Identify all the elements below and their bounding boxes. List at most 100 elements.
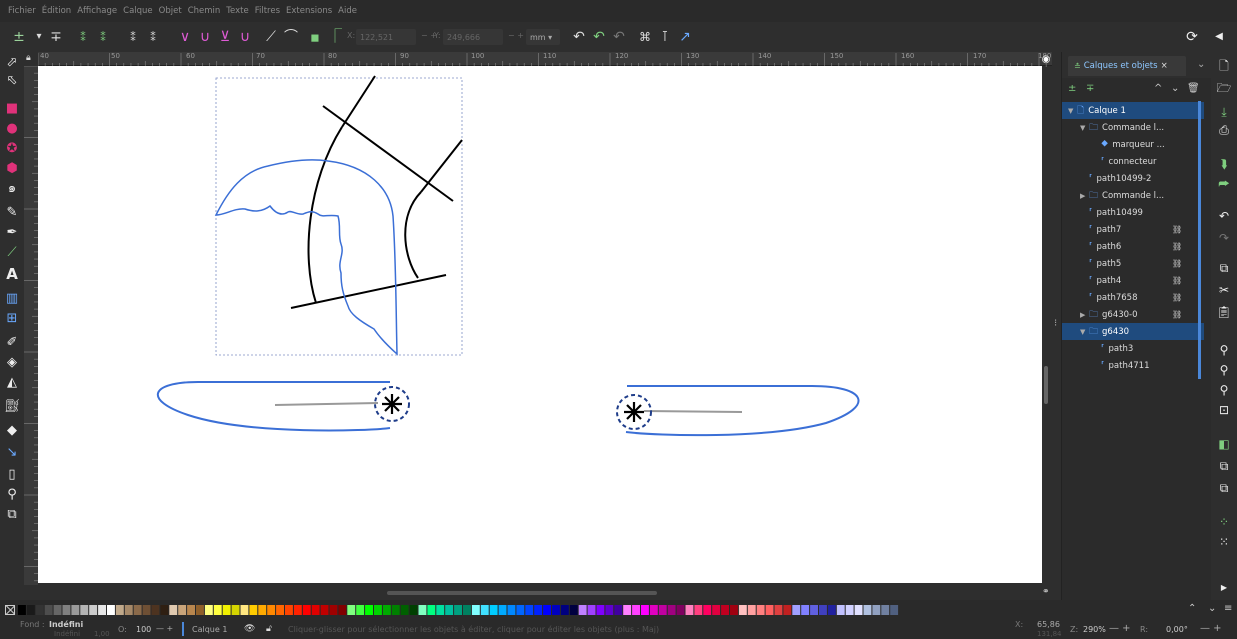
- color-swatch[interactable]: [712, 605, 721, 615]
- chain-link-icon[interactable]: ⛓︎: [1172, 310, 1182, 319]
- chain-link-icon[interactable]: ⛓︎: [1172, 225, 1182, 234]
- color-swatch[interactable]: [489, 605, 498, 615]
- color-swatch[interactable]: [623, 605, 632, 615]
- color-swatch[interactable]: [258, 605, 267, 615]
- panel-splitter-handle[interactable]: ⁝: [1054, 318, 1057, 329]
- tree-row[interactable]: ▼ 🗀︎ Commande l...: [1062, 119, 1204, 136]
- color-swatch[interactable]: [98, 605, 106, 615]
- node-cusp-icon[interactable]: ∨: [176, 28, 194, 46]
- palette-menu-icon[interactable]: ≡: [1224, 603, 1232, 614]
- spray-tool-icon[interactable]: ⛽︎: [4, 398, 21, 414]
- snap-toggle-icon[interactable]: ⟳: [1183, 28, 1201, 46]
- color-swatch[interactable]: [107, 605, 115, 615]
- color-swatch[interactable]: [80, 605, 89, 615]
- measure-tool-icon[interactable]: ⧉: [4, 506, 20, 522]
- color-swatch[interactable]: [756, 605, 765, 615]
- color-swatch[interactable]: [667, 605, 676, 615]
- menu-aide[interactable]: Aide: [338, 6, 357, 16]
- color-swatch[interactable]: [151, 605, 160, 615]
- chevron-up-icon[interactable]: ⌃: [1188, 603, 1196, 614]
- fill-value[interactable]: Indéfini: [49, 620, 83, 629]
- color-swatch[interactable]: [827, 605, 836, 615]
- color-swatch[interactable]: [596, 605, 605, 615]
- color-swatch[interactable]: [471, 605, 480, 615]
- rotation-field[interactable]: 0,00°: [1166, 625, 1188, 634]
- tree-scrollbar[interactable]: [1198, 101, 1201, 379]
- tree-row[interactable]: ⸢ path7658 ⛓︎: [1062, 289, 1204, 306]
- redo-icon[interactable]: ↷: [1216, 230, 1232, 246]
- menu-edition[interactable]: Édition: [42, 6, 71, 16]
- color-swatch[interactable]: [400, 605, 409, 615]
- open-file-icon[interactable]: 🗁︎: [1216, 80, 1232, 96]
- color-swatch[interactable]: [293, 605, 302, 615]
- color-swatch[interactable]: [204, 605, 213, 615]
- cut-icon[interactable]: ✂: [1216, 282, 1232, 298]
- color-swatch[interactable]: [881, 605, 890, 615]
- color-swatch[interactable]: [115, 605, 124, 615]
- expander-arrow-icon[interactable]: ▶: [1080, 192, 1089, 200]
- color-swatch[interactable]: [774, 605, 783, 615]
- add-layer-icon[interactable]: ±: [1068, 83, 1076, 94]
- break-path-icon[interactable]: ⁑: [94, 28, 112, 46]
- tree-row[interactable]: ▶ 🗀︎ g6430-0 ⛓︎: [1062, 306, 1204, 323]
- insert-node-dropdown-icon[interactable]: ▾: [30, 28, 48, 46]
- color-swatch[interactable]: [685, 605, 694, 615]
- tree-row[interactable]: ⸢ path4 ⛓︎: [1062, 272, 1204, 289]
- menu-chemin[interactable]: Chemin: [188, 6, 221, 16]
- tree-row[interactable]: ⸢ connecteur: [1062, 153, 1204, 170]
- color-swatch[interactable]: [62, 605, 71, 615]
- color-swatch[interactable]: [445, 605, 454, 615]
- color-swatch[interactable]: [560, 605, 569, 615]
- current-layer[interactable]: Calque 1: [192, 625, 227, 634]
- color-swatch[interactable]: [196, 605, 204, 615]
- color-swatch[interactable]: [285, 605, 293, 615]
- zoom-corner-icon[interactable]: ◉: [1040, 52, 1052, 66]
- color-swatch[interactable]: [730, 605, 738, 615]
- unlink-clone-icon[interactable]: ⧉: [1216, 480, 1232, 496]
- tree-row[interactable]: ⸢ path4711: [1062, 357, 1204, 374]
- tree-row[interactable]: ▼ 🗀︎ g6430: [1062, 323, 1204, 340]
- no-paint-swatch[interactable]: [5, 605, 15, 615]
- menu-filtres[interactable]: Filtres: [255, 6, 280, 16]
- color-swatch[interactable]: [329, 605, 338, 615]
- ungroup-icon[interactable]: ⁙: [1216, 534, 1232, 550]
- tree-row[interactable]: ⸢ path10499: [1062, 204, 1204, 221]
- calligraphy-tool-icon[interactable]: ⟋: [4, 244, 20, 260]
- horizontal-ruler[interactable]: 40 50 60 70 80 90 100 110 120 130 140 15…: [37, 52, 1076, 67]
- color-swatch[interactable]: [26, 605, 35, 615]
- color-swatch[interactable]: [427, 605, 436, 615]
- color-swatch[interactable]: [249, 605, 258, 615]
- color-swatch[interactable]: [658, 605, 667, 615]
- connector-tool-icon[interactable]: ↘: [4, 444, 20, 460]
- color-swatch[interactable]: [222, 605, 231, 615]
- tree-row[interactable]: ▼ 🗋︎ Calque 1: [1062, 102, 1204, 119]
- show-outline-icon[interactable]: ↗: [676, 28, 694, 46]
- segment-line-icon[interactable]: ⟋: [262, 28, 280, 46]
- save-icon[interactable]: ⤓: [1216, 104, 1232, 120]
- color-swatch[interactable]: [71, 605, 80, 615]
- color-swatch[interactable]: [801, 605, 810, 615]
- color-swatch[interactable]: [819, 605, 827, 615]
- clone-icon[interactable]: ⧉: [1216, 458, 1232, 474]
- y-coordinate-field[interactable]: 249,666: [443, 29, 503, 45]
- vertical-ruler[interactable]: [24, 65, 38, 585]
- color-swatch[interactable]: [213, 605, 222, 615]
- menu-objet[interactable]: Objet: [159, 6, 182, 16]
- spiral-tool-icon[interactable]: ๑: [4, 180, 20, 196]
- color-swatch[interactable]: [18, 605, 26, 615]
- node-auto-icon[interactable]: ∪: [236, 28, 254, 46]
- join-nodes-icon[interactable]: ⁑: [74, 28, 92, 46]
- delete-icon[interactable]: 🗑︎: [1187, 83, 1200, 94]
- remove-layer-icon[interactable]: ∓: [1086, 83, 1094, 94]
- eraser-tool-icon[interactable]: ◆: [4, 422, 20, 438]
- color-swatch[interactable]: [240, 605, 249, 615]
- menu-fichier[interactable]: Fichier: [8, 6, 36, 16]
- color-swatch[interactable]: [534, 605, 543, 615]
- print-icon[interactable]: ⎙: [1216, 122, 1232, 138]
- expander-arrow-icon[interactable]: ▼: [1080, 328, 1089, 336]
- segment-curve-icon[interactable]: ⌒: [282, 28, 300, 46]
- star-tool-icon[interactable]: ✪: [4, 140, 20, 156]
- show-handles-icon[interactable]: ⊺: [656, 28, 674, 46]
- expand-bar-icon[interactable]: ▶: [1216, 580, 1232, 596]
- new-document-icon[interactable]: 🗋︎: [1216, 58, 1232, 74]
